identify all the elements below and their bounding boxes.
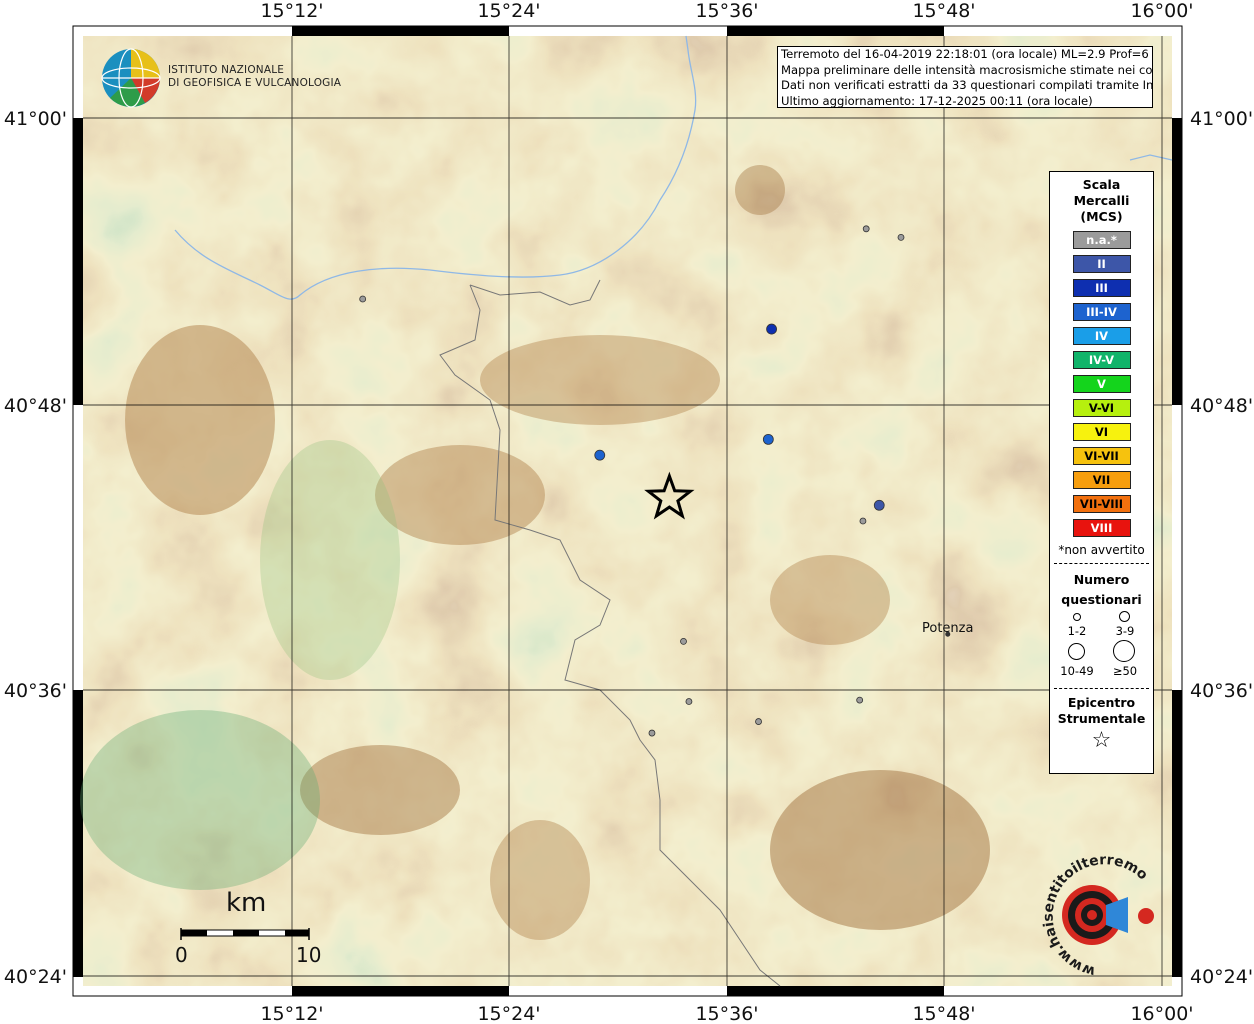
lat-label: 40°48' — [1190, 395, 1253, 417]
lat-labels-right: 41°00' 40°48' 40°36' 40°24' — [1190, 108, 1253, 988]
lat-label: 40°24' — [1190, 966, 1253, 988]
legend-swatch: V-VI — [1072, 399, 1131, 417]
legend-swatch: VII-VIII — [1072, 495, 1131, 513]
lon-label: 16°00' — [1130, 0, 1193, 22]
lon-label: 15°48' — [912, 0, 975, 22]
city-label-potenza: Potenza — [922, 621, 974, 636]
size-circle-medium — [1119, 611, 1130, 622]
lon-label: 15°12' — [260, 1003, 323, 1024]
lon-label: 15°36' — [695, 1003, 758, 1024]
lat-label: 40°48' — [4, 395, 67, 417]
size-label: 10-49 — [1060, 664, 1094, 678]
observation-marker — [359, 295, 367, 303]
lon-labels-bottom: 15°12' 15°24' 15°36' 15°48' 16°00' — [260, 1003, 1193, 1024]
epicenter-title-line: Strumentale — [1057, 711, 1146, 726]
size-circle-small — [1073, 613, 1081, 621]
mcs-legend: Scala Mercalli (MCS) n.a.* II III III-IV IV I… — [1049, 171, 1154, 774]
observation-marker — [762, 433, 774, 445]
observation-marker — [856, 696, 864, 704]
legend-swatch: VIII — [1072, 519, 1131, 537]
lat-label: 41°00' — [4, 108, 67, 130]
lon-label: 15°12' — [260, 0, 323, 22]
legend-swatch: II — [1072, 255, 1131, 273]
legend-separator — [1054, 563, 1149, 564]
scale-bar-unit: km — [226, 888, 267, 918]
count-title-line: questionari — [1061, 592, 1142, 607]
event-info-box: Terremoto del 16-04-2019 22:18:01 (ora l… — [777, 46, 1153, 108]
terrain-relief — [80, 36, 1172, 986]
event-info-line: Mappa preliminare delle intensità macros… — [781, 62, 1153, 77]
legend-swatches: n.a.* II III III-IV IV IV-V V V-VI VI VI-VII VII VI… — [1050, 231, 1153, 537]
observation-marker — [862, 225, 870, 233]
lat-label: 40°36' — [4, 680, 67, 702]
lat-label: 40°36' — [1190, 680, 1253, 702]
legend-swatch: VI — [1072, 423, 1131, 441]
legend-swatch: III-IV — [1072, 303, 1131, 321]
lon-labels-top: 15°12' 15°24' 15°36' 15°48' 16°00' — [260, 0, 1193, 22]
legend-title-line: (MCS) — [1080, 209, 1123, 224]
observation-marker — [685, 698, 693, 705]
lon-label: 15°36' — [695, 0, 758, 22]
legend-swatch: III — [1072, 279, 1131, 297]
legend-separator — [1054, 688, 1149, 689]
lon-label: 16°00' — [1130, 1003, 1193, 1024]
lon-label: 15°24' — [477, 0, 540, 22]
ingv-logo-line: DI GEOFISICA E VULCANOLOGIA — [168, 77, 342, 89]
observation-marker — [873, 499, 885, 511]
epicenter-title-line: Epicentro — [1067, 695, 1136, 710]
size-circle-large — [1068, 643, 1085, 660]
observation-marker — [755, 718, 762, 725]
legend-swatch: VI-VII — [1072, 447, 1131, 465]
lat-label: 40°24' — [4, 966, 67, 988]
count-size-key: 1-2 3-9 10-49 ≥50 — [1050, 610, 1153, 682]
legend-swatch: n.a.* — [1072, 231, 1131, 249]
legend-swatch: IV-V — [1072, 351, 1131, 369]
legend-swatch: IV — [1072, 327, 1131, 345]
lon-label: 15°48' — [912, 1003, 975, 1024]
observation-marker — [648, 729, 656, 737]
star-icon: ☆ — [1091, 728, 1112, 753]
legend-title-line: Mercalli — [1073, 193, 1130, 208]
legend-title: Scala Mercalli (MCS) — [1050, 177, 1153, 225]
event-info-line: Terremoto del 16-04-2019 22:18:01 (ora l… — [781, 47, 1153, 61]
scale-bar-end: 10 — [296, 943, 322, 967]
ingv-logo-line: ISTITUTO NAZIONALE — [168, 64, 285, 76]
count-title-line: Numero — [1073, 572, 1130, 587]
observation-marker — [594, 449, 606, 461]
count-title: Numero questionari — [1050, 570, 1153, 610]
size-label: 3-9 — [1115, 624, 1135, 638]
observation-marker — [897, 233, 905, 241]
lat-labels-left: 41°00' 40°48' 40°36' 40°24' — [4, 108, 67, 988]
observation-marker — [859, 517, 867, 525]
size-circle-xlarge — [1113, 640, 1135, 662]
observation-marker — [766, 323, 777, 335]
legend-note: *non avvertito — [1058, 543, 1145, 557]
lat-label: 41°00' — [1190, 108, 1253, 130]
legend-title-line: Scala — [1082, 177, 1121, 192]
size-label: 1-2 — [1067, 624, 1087, 638]
event-info-line: Dati non verificati estratti da 33 quest… — [781, 78, 1153, 92]
scale-bar-start: 0 — [175, 943, 188, 967]
ingv-logo-icon — [101, 48, 161, 108]
epicenter-title: Epicentro Strumentale — [1050, 695, 1153, 727]
legend-swatch: V — [1072, 375, 1131, 393]
observation-marker — [680, 637, 687, 645]
size-label: ≥50 — [1112, 664, 1138, 678]
legend-swatch: VII — [1072, 471, 1131, 489]
lon-label: 15°24' — [477, 1003, 540, 1024]
event-info-line: Ultimo aggiornamento: 17-12-2025 00:11 (… — [781, 93, 1093, 108]
ingv-logo-text: ISTITUTO NAZIONALE DI GEOFISICA E VULCAN… — [168, 64, 341, 90]
